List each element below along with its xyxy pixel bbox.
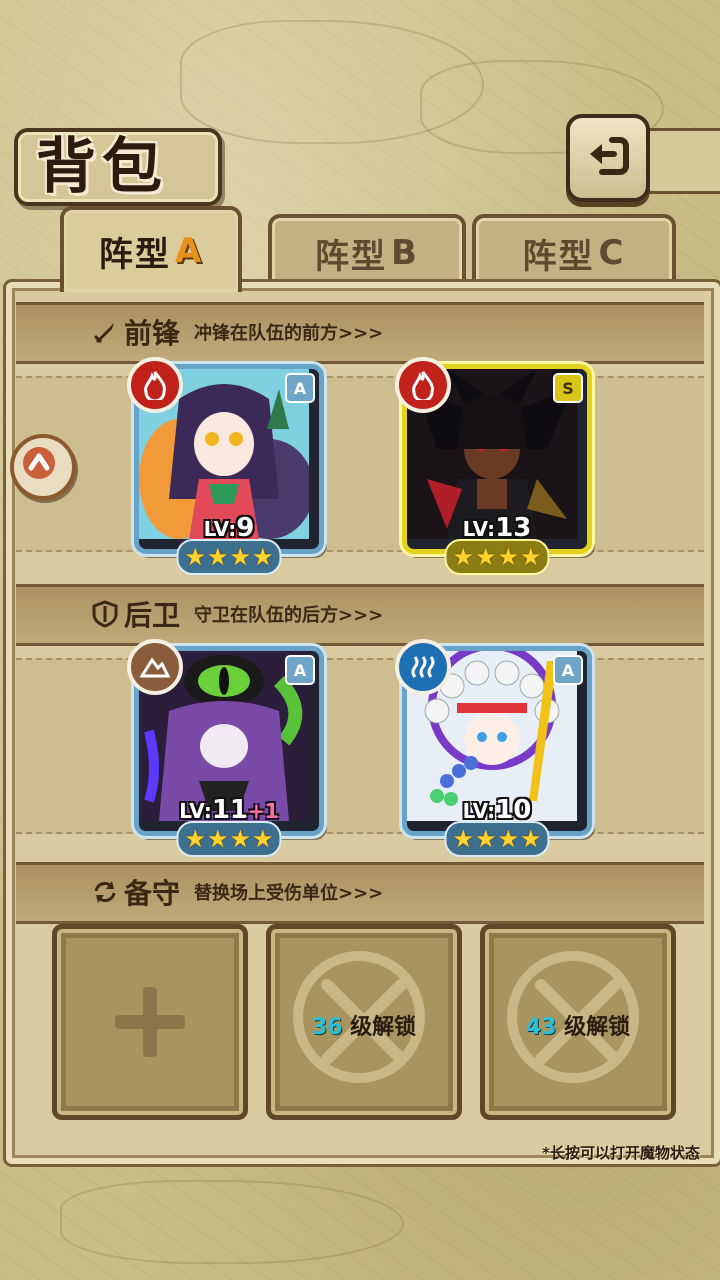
add-icon <box>143 987 157 1057</box>
star-icon: ★ <box>452 543 474 571</box>
back-button[interactable] <box>566 114 650 202</box>
map-contour <box>60 1180 404 1264</box>
unit-card-dark-warrior[interactable]: S LV:13 ★ ★ ★ ★ <box>395 357 592 575</box>
front-row <box>16 376 704 552</box>
tab-label: 阵型 <box>315 236 388 277</box>
star-rating: ★ ★ ★ ★ <box>444 539 550 575</box>
back-title: 后卫 <box>124 599 181 632</box>
star-icon: ★ <box>452 825 474 853</box>
unit-card-eye-mage[interactable]: A LV:11+1 ★ ★ ★ ★ <box>127 639 324 857</box>
unit-card-fox-girl[interactable]: A LV:9 ★ ★ ★ ★ <box>127 357 324 575</box>
tab-formation-b[interactable]: 阵型 B <box>268 214 466 288</box>
star-icon: ★ <box>520 825 542 853</box>
side-toggle-button[interactable] <box>10 434 76 500</box>
earth-element-icon <box>127 639 183 695</box>
back-button-rail <box>644 128 720 194</box>
star-icon: ★ <box>229 543 252 571</box>
star-rating: ★ ★ ★ ★ <box>176 539 282 575</box>
star-rating: ★ ★ ★ ★ <box>444 821 550 857</box>
star-icon: ★ <box>206 543 229 571</box>
front-title: 前锋 <box>124 317 181 350</box>
star-icon: ★ <box>252 543 274 571</box>
star-icon: ★ <box>229 825 252 853</box>
star-icon: ★ <box>520 543 542 571</box>
star-icon: ★ <box>474 543 497 571</box>
tab-suffix: B <box>391 233 419 273</box>
reserve-slot-locked-1[interactable]: 36 级解锁 <box>266 924 462 1120</box>
reserve-section-label: 备守 替换场上受伤单位>>> <box>92 872 383 912</box>
rank-badge: A <box>285 655 315 685</box>
star-icon: ★ <box>252 825 274 853</box>
tab-label: 阵型 <box>98 234 171 275</box>
front-desc: 冲锋在队伍的前方>>> <box>194 323 384 344</box>
swap-icon <box>94 881 116 903</box>
page-title: 背包 <box>36 132 168 202</box>
reserve-desc: 替换场上受伤单位>>> <box>194 883 384 904</box>
star-icon: ★ <box>206 825 229 853</box>
arrow-up-icon <box>23 447 55 479</box>
star-icon: ★ <box>497 825 520 853</box>
star-icon: ★ <box>184 825 206 853</box>
reserve-slot-locked-2[interactable]: 43 级解锁 <box>480 924 676 1120</box>
tab-label: 阵型 <box>522 236 595 277</box>
star-icon: ★ <box>184 543 206 571</box>
water-element-icon <box>395 639 451 695</box>
tab-formation-a[interactable]: 阵型 A <box>60 206 242 292</box>
sword-icon <box>93 323 114 344</box>
back-section-label: 后卫 守卫在队伍的后方>>> <box>92 594 383 634</box>
tab-suffix: A <box>174 231 204 271</box>
star-icon: ★ <box>497 543 520 571</box>
reserve-slot-empty[interactable] <box>52 924 248 1120</box>
fire-element-icon <box>127 357 183 413</box>
star-rating: ★ ★ ★ ★ <box>176 821 282 857</box>
reserve-title: 备守 <box>124 877 181 910</box>
rank-badge: S <box>553 373 583 403</box>
long-press-hint: *长按可以打开魔物状态 <box>542 1144 700 1162</box>
back-row <box>16 658 704 834</box>
tab-suffix: C <box>598 233 626 273</box>
rank-badge: A <box>553 655 583 685</box>
unlock-level-text: 36 级解锁 <box>311 1015 417 1040</box>
rank-badge: A <box>285 373 315 403</box>
star-icon: ★ <box>474 825 497 853</box>
unit-card-feather-chief[interactable]: A LV:10 ★ ★ ★ ★ <box>395 639 592 857</box>
fire-element-icon <box>395 357 451 413</box>
back-arrow-icon <box>590 137 629 175</box>
front-section-label: 前锋 冲锋在队伍的前方>>> <box>92 312 383 352</box>
back-desc: 守卫在队伍的后方>>> <box>194 605 384 626</box>
shield-icon <box>92 600 118 628</box>
unlock-level-text: 43 级解锁 <box>525 1015 631 1040</box>
tab-formation-c[interactable]: 阵型 C <box>472 214 676 288</box>
